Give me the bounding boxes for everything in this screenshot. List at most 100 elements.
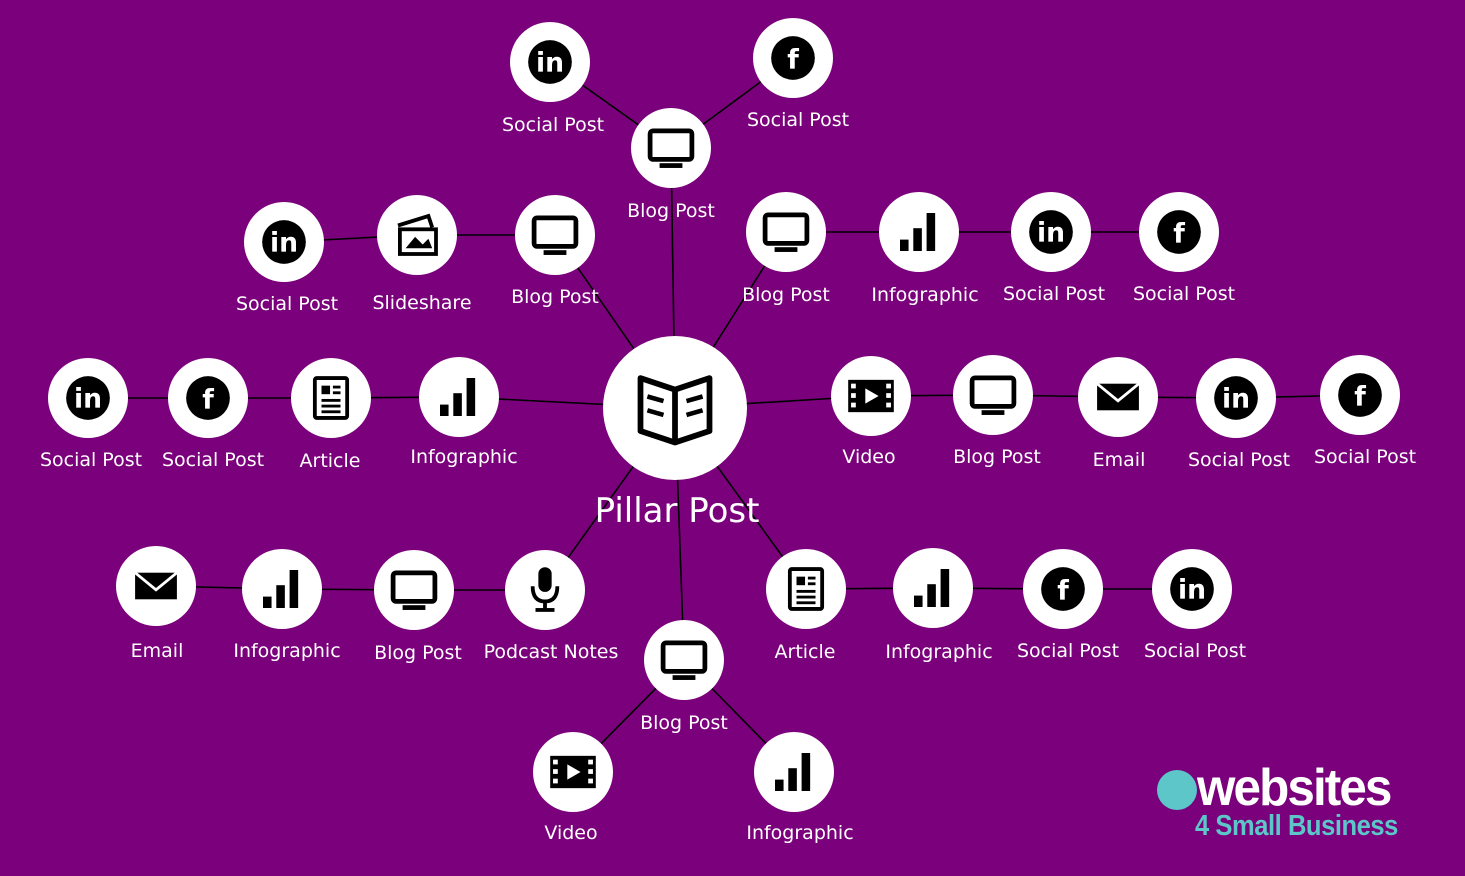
logo-line1: websites [1197,759,1392,817]
node-info-b: Infographic [746,732,854,844]
node-label: Infographic [233,640,340,662]
node-fb-l: f Social Post [162,358,264,471]
content-map-diagram: Pillar Post Blog Post in Social Post f Social… [0,0,1465,876]
node-label: Video [842,446,895,468]
node-label: Infographic [410,446,517,468]
node-circle [953,355,1033,435]
linkedin-icon: in [262,220,306,264]
facebook-icon: f [1157,210,1201,254]
node-blog-ll: Blog Post [374,550,462,664]
node-circle [746,192,826,272]
svg-text:in: in [1178,575,1206,606]
svg-text:f: f [1173,218,1185,249]
node-label: Video [544,822,597,844]
node-label: Blog Post [627,200,715,222]
node-label: Infographic [885,641,992,663]
facebook-icon: f [186,376,230,420]
node-label: Blog Post [742,284,830,306]
node-label: Blog Post [374,642,462,664]
node-info-ll: Infographic [233,549,341,662]
node-label: Podcast Notes [484,641,619,663]
node-label: Social Post [40,449,142,471]
node-li-ur: in Social Post [1003,192,1105,305]
node-label: Blog Post [511,286,599,308]
node-label: Email [1093,449,1146,471]
node-email-r: Email [1078,357,1158,471]
node-label: Social Post [1144,640,1246,662]
node-info-l: Infographic [410,357,518,468]
svg-text:in: in [536,48,564,79]
node-label: Infographic [871,284,978,306]
node-pillar: Pillar Post [595,336,760,531]
linkedin-icon: in [528,40,572,84]
node-label: Social Post [1188,449,1290,471]
node-label: Email [131,640,184,662]
email-icon [134,571,178,600]
facebook-icon: f [1338,373,1382,417]
node-podcast-ll: Podcast Notes [484,550,619,663]
node-li-lr: in Social Post [1144,549,1246,662]
node-label: Article [775,641,836,663]
node-blog-r: Blog Post [953,355,1041,468]
websites-4-small-business-logo: websites 4 Small Business [1155,759,1420,850]
node-circle [766,549,846,629]
node-label: Social Post [502,114,604,136]
node-label: Article [300,450,361,472]
svg-text:in: in [1222,384,1250,415]
svg-text:f: f [787,44,799,75]
video-icon [848,379,894,413]
node-video-b: Video [533,732,613,844]
node-circle [644,620,724,700]
globe-icon [1157,770,1197,810]
node-video-r: Video [831,356,911,468]
diagram-canvas: Pillar Post Blog Post in Social Post f Social… [40,18,1416,844]
node-circle [291,358,371,438]
node-label: Social Post [1017,640,1119,662]
node-article-lr: Article [766,549,846,663]
node-fb-ur: f Social Post [1133,192,1235,305]
node-label: Social Post [162,449,264,471]
node-email-ll: Email [116,546,196,662]
node-label: Social Post [747,109,849,131]
node-li-l: in Social Post [40,358,142,471]
node-fb-top: f Social Post [747,18,849,131]
node-label: Social Post [1314,446,1416,468]
node-blog-top: Blog Post [627,108,715,222]
node-label: Blog Post [640,712,728,734]
svg-text:f: f [1057,575,1069,606]
linkedin-icon: in [66,376,110,420]
facebook-icon: f [1041,567,1085,611]
svg-text:in: in [1037,218,1065,249]
node-blog-ur: Blog Post [742,192,830,306]
node-slide-ul: Slideshare [372,195,472,314]
video-icon [550,755,596,789]
node-fb-r: f Social Post [1314,355,1416,468]
node-label: Infographic [746,822,853,844]
node-circle [515,195,595,275]
node-info-lr: Infographic [885,548,993,663]
nodes: Pillar Post Blog Post in Social Post f Social… [40,18,1416,844]
node-label: Slideshare [372,292,471,314]
svg-text:f: f [1354,381,1366,412]
node-li-top: in Social Post [502,22,604,136]
linkedin-icon: in [1029,210,1073,254]
node-circle [631,108,711,188]
node-blog-ul: Blog Post [511,195,599,308]
node-label: Social Post [1133,283,1235,305]
node-article-l: Article [291,358,371,472]
node-circle [377,195,457,275]
node-li-r: in Social Post [1188,358,1290,471]
node-label: Social Post [1003,283,1105,305]
facebook-icon: f [771,36,815,80]
email-icon [1096,382,1140,411]
node-fb-lr: f Social Post [1017,549,1119,662]
svg-text:in: in [74,384,102,415]
linkedin-icon: in [1170,567,1214,611]
logo-line2: 4 Small Business [1195,810,1398,842]
node-blog-b: Blog Post [640,620,728,734]
node-label: Blog Post [953,446,1041,468]
node-label: Social Post [236,293,338,315]
node-label: Pillar Post [595,491,760,531]
svg-text:in: in [270,228,298,259]
node-circle [374,550,454,630]
